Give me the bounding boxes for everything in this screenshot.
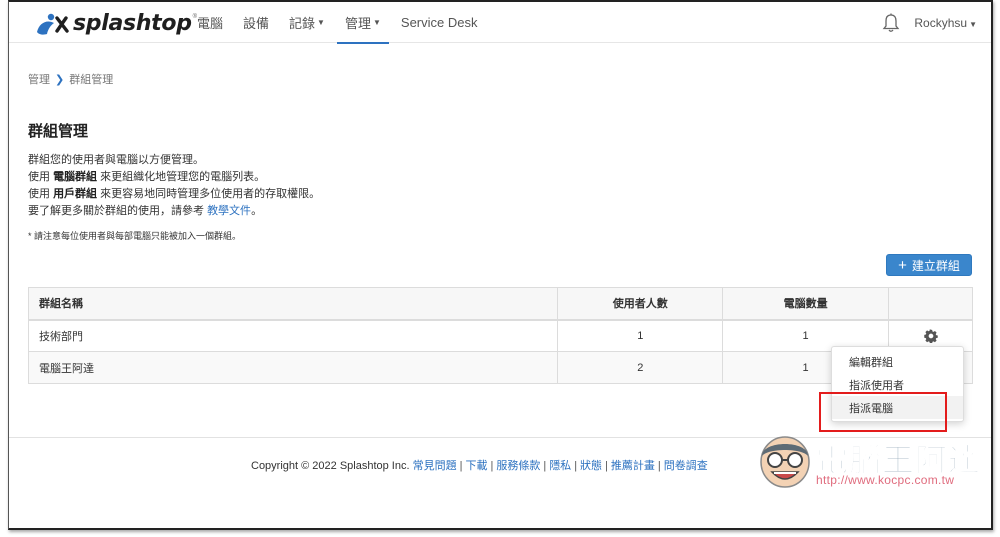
- nav-management[interactable]: 管理 ▼: [335, 2, 391, 44]
- footer-separator: |: [657, 460, 661, 472]
- user-count-cell: 2: [557, 351, 724, 384]
- caret-down-icon: ▼: [372, 18, 381, 27]
- breadcrumb: 管理 ❯ 群組管理: [28, 71, 113, 87]
- page-description: 群組您的使用者與電腦以方便管理。 使用 電腦群組 來更組織化地管理您的電腦列表。…: [28, 152, 320, 220]
- main-nav: 電腦 設備 記錄 ▼ 管理 ▼ Service Desk: [187, 2, 488, 44]
- header-user-count[interactable]: 使用者人數: [557, 287, 724, 321]
- watermark-url: http://www.kocpc.com.tw: [816, 473, 955, 487]
- nav-devices-label: 設備: [243, 16, 270, 31]
- footer-separator: |: [605, 460, 608, 472]
- desc-line-1: 群組您的使用者與電腦以方便管理。: [28, 154, 204, 166]
- watermark: 電腦王阿達 http://www.kocpc.com.tw: [754, 427, 984, 497]
- nav-logs-label: 記錄: [289, 16, 316, 31]
- footer-link-download[interactable]: 下載: [465, 460, 487, 472]
- caret-down-icon: ▼: [969, 19, 977, 29]
- caret-down-icon: ▼: [317, 18, 325, 27]
- breadcrumb-parent[interactable]: 管理: [28, 71, 50, 87]
- user-count-cell: 1: [557, 319, 724, 352]
- footer-separator: |: [543, 460, 547, 472]
- footer-link-referral[interactable]: 推薦計畫: [611, 460, 655, 472]
- desc-text: 。: [251, 205, 263, 217]
- user-name: Rockyhsu: [914, 15, 968, 30]
- header-group-name[interactable]: 群組名稱: [27, 287, 559, 321]
- tutorial-link[interactable]: 教學文件: [207, 205, 251, 217]
- annotation-highlight-box: [819, 392, 947, 432]
- footer-link-status[interactable]: 狀態: [580, 460, 602, 472]
- footer-link-privacy[interactable]: 隱私: [549, 460, 571, 472]
- desc-text: 要了解更多關於群組的使用，請參考: [28, 205, 208, 217]
- logo-text: splashtop: [73, 10, 192, 36]
- nav-service-desk[interactable]: Service Desk: [391, 2, 488, 43]
- desc-line-3: 使用 用戶群組 來更容易地同時管理多位使用者的存取權限。: [28, 186, 320, 203]
- footer-link-survey[interactable]: 問卷調查: [664, 460, 708, 472]
- header-computer-count[interactable]: 電腦數量: [722, 287, 890, 321]
- page-title: 群組管理: [28, 123, 89, 140]
- copyright-text: Copyright © 2022 Splashtop Inc.: [251, 460, 410, 472]
- desc-text: 使用: [28, 188, 54, 200]
- group-name-cell[interactable]: 電腦王阿達: [27, 351, 559, 384]
- top-navbar: splashtop ® 電腦 設備 記錄 ▼ 管理 ▼ Service Desk: [9, 2, 991, 44]
- desc-line-4: 要了解更多關於群組的使用，請參考 教學文件。: [28, 203, 320, 220]
- create-group-label: 建立群組: [911, 258, 960, 273]
- nav-devices[interactable]: 設備: [233, 2, 279, 43]
- splashtop-logo-icon: [37, 13, 69, 35]
- nav-service-desk-label: Service Desk: [400, 15, 478, 30]
- desc-text: 使用: [28, 171, 54, 183]
- gear-icon[interactable]: [923, 329, 938, 343]
- table-header-row: 群組名稱 使用者人數 電腦數量: [27, 287, 973, 321]
- create-group-button[interactable]: + 建立群組: [886, 254, 972, 276]
- footer-separator: |: [459, 460, 463, 472]
- nav-right: Rockyhsu ▼: [882, 2, 977, 43]
- nav-management-label: 管理: [344, 16, 371, 31]
- footer-link-terms[interactable]: 服務條款: [496, 460, 540, 472]
- breadcrumb-current: 群組管理: [69, 74, 114, 86]
- mascot-face-icon: [760, 436, 810, 488]
- plus-icon: +: [898, 256, 907, 274]
- desc-text: 來更組織化地管理您的電腦列表。: [97, 171, 266, 183]
- bell-icon[interactable]: [882, 13, 900, 33]
- browser-frame: splashtop ® 電腦 設備 記錄 ▼ 管理 ▼ Service Desk: [8, 0, 993, 530]
- splashtop-logo[interactable]: splashtop ®: [35, 8, 197, 38]
- nav-computers[interactable]: 電腦: [187, 2, 233, 43]
- user-menu[interactable]: Rockyhsu ▼: [914, 16, 977, 30]
- nav-computers-label: 電腦: [197, 16, 224, 31]
- footer-separator: |: [490, 460, 494, 472]
- nav-logs[interactable]: 記錄 ▼: [279, 2, 335, 43]
- group-note: * 請注意每位使用者與每部電腦只能被加入一個群組。: [28, 231, 242, 241]
- desc-bold-computer-group: 電腦群組: [53, 171, 98, 183]
- desc-text: 來更容易地同時管理多位使用者的存取權限。: [97, 188, 321, 200]
- group-name-cell[interactable]: 技術部門: [27, 319, 559, 352]
- header-actions: [888, 287, 973, 321]
- menu-item-edit-group[interactable]: 編輯群組: [832, 350, 963, 373]
- desc-bold-user-group: 用戶群組: [53, 188, 98, 200]
- footer-separator: |: [574, 460, 578, 472]
- footer-link-faq[interactable]: 常見問題: [413, 460, 457, 472]
- chevron-right-icon: ❯: [55, 73, 65, 86]
- desc-line-2: 使用 電腦群組 來更組織化地管理您的電腦列表。: [28, 169, 320, 186]
- footer: Copyright © 2022 Splashtop Inc. 常見問題 | 下載 |…: [251, 457, 708, 473]
